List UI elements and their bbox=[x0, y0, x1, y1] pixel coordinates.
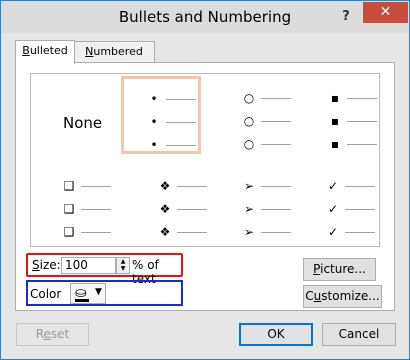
filled-square-bullet-icon: ▪ bbox=[330, 137, 340, 151]
arrow-bullet-icon: ➢ bbox=[243, 202, 255, 216]
color-label: Color bbox=[30, 287, 62, 301]
preview-line: ✓ bbox=[315, 199, 385, 219]
checkmark-bullet-icon: ✓ bbox=[327, 179, 339, 193]
preview-line: ➢ bbox=[231, 222, 301, 242]
bullet-option-hollow-square[interactable]: ❑ ❑ ❑ bbox=[39, 168, 119, 246]
spin-down-icon[interactable]: ▼ bbox=[117, 265, 129, 272]
bullets-numbering-dialog: Bullets and Numbering ? ✕ Bulleted Numbe… bbox=[0, 0, 410, 360]
arrow-bullet-icon: ➢ bbox=[243, 225, 255, 239]
bullet-gallery: None • • • ○ ○ ○ ▪ ▪ ▪ ❑ ❑ ❑ ❖ ❖ ❖ ➢ ➢ ➢… bbox=[30, 73, 380, 247]
preview-line: ▪ bbox=[317, 134, 387, 154]
help-button[interactable]: ? bbox=[337, 8, 355, 26]
preview-line: ○ bbox=[231, 111, 301, 131]
title-bar: Bullets and Numbering ? ✕ bbox=[1, 1, 409, 33]
bullet-option-star-diamond[interactable]: ❖ ❖ ❖ bbox=[127, 168, 207, 246]
tab-bulleted[interactable]: Bulleted bbox=[15, 40, 75, 64]
preview-line: ❑ bbox=[51, 222, 121, 242]
cancel-button[interactable]: Cancel bbox=[322, 323, 396, 346]
bullet-option-arrow[interactable]: ➢ ➢ ➢ bbox=[211, 168, 291, 246]
hollow-square-bullet-icon: ❑ bbox=[63, 179, 75, 193]
arrow-bullet-icon: ➢ bbox=[243, 179, 255, 193]
preview-line: ❖ bbox=[147, 176, 217, 196]
checkmark-bullet-icon: ✓ bbox=[327, 202, 339, 216]
hollow-square-bullet-icon: ❑ bbox=[63, 225, 75, 239]
preview-line: ▪ bbox=[317, 111, 387, 131]
preview-line: ❖ bbox=[147, 199, 217, 219]
hollow-square-bullet-icon: ❑ bbox=[63, 202, 75, 216]
preview-line: • bbox=[136, 112, 206, 132]
preview-line: ❑ bbox=[51, 199, 121, 219]
hollow-round-bullet-icon: ○ bbox=[243, 137, 255, 151]
filled-round-bullet-icon: • bbox=[150, 138, 158, 152]
star-diamond-bullet-icon: ❖ bbox=[159, 225, 171, 239]
size-spinner: ▲ ▼ bbox=[116, 257, 130, 274]
filled-square-bullet-icon: ▪ bbox=[330, 91, 340, 105]
size-input[interactable]: 100 bbox=[61, 257, 116, 274]
close-button[interactable]: ✕ bbox=[363, 2, 408, 23]
preview-line: • bbox=[136, 89, 206, 109]
size-control: Size: 100 ▲ ▼ % of text bbox=[26, 253, 183, 286]
star-diamond-bullet-icon: ❖ bbox=[159, 202, 171, 216]
checkmark-bullet-icon: ✓ bbox=[327, 225, 339, 239]
none-label: None bbox=[63, 114, 103, 132]
color-control: Color ⛀ ▼ bbox=[26, 280, 183, 306]
filled-round-bullet-icon: • bbox=[150, 115, 158, 129]
bullet-option-checkmark[interactable]: ✓ ✓ ✓ bbox=[295, 168, 375, 246]
preview-line: ❖ bbox=[147, 222, 217, 242]
preview-line: ❑ bbox=[51, 176, 121, 196]
preview-line: • bbox=[136, 135, 206, 155]
bullet-option-hollow-round[interactable]: ○ ○ ○ bbox=[211, 78, 291, 156]
preview-line: ✓ bbox=[315, 176, 385, 196]
preview-line: ▪ bbox=[317, 88, 387, 108]
color-swatch bbox=[75, 299, 89, 302]
star-diamond-bullet-icon: ❖ bbox=[159, 179, 171, 193]
size-label: Size: bbox=[32, 258, 61, 272]
filled-round-bullet-icon: • bbox=[150, 92, 158, 106]
bullet-option-filled-round[interactable]: • • • bbox=[121, 76, 201, 154]
preview-line: ✓ bbox=[315, 222, 385, 242]
preview-line: ➢ bbox=[231, 199, 301, 219]
chevron-down-icon: ▼ bbox=[95, 287, 102, 297]
reset-button[interactable]: Reset bbox=[16, 323, 89, 346]
hollow-round-bullet-icon: ○ bbox=[243, 91, 255, 105]
customize-button[interactable]: Customize... bbox=[303, 285, 382, 308]
bullet-option-none[interactable]: None bbox=[39, 78, 119, 156]
hollow-round-bullet-icon: ○ bbox=[243, 114, 255, 128]
color-picker-button[interactable]: ⛀ ▼ bbox=[70, 283, 106, 304]
picture-button[interactable]: Picture... bbox=[303, 258, 376, 281]
tab-numbered[interactable]: Numbered bbox=[73, 41, 155, 62]
preview-line: ○ bbox=[231, 88, 301, 108]
bullet-option-filled-square[interactable]: ▪ ▪ ▪ bbox=[297, 78, 377, 156]
ok-button[interactable]: OK bbox=[239, 323, 313, 346]
spin-up-icon[interactable]: ▲ bbox=[117, 258, 129, 265]
preview-line: ○ bbox=[231, 134, 301, 154]
filled-square-bullet-icon: ▪ bbox=[330, 114, 340, 128]
preview-line: ➢ bbox=[231, 176, 301, 196]
